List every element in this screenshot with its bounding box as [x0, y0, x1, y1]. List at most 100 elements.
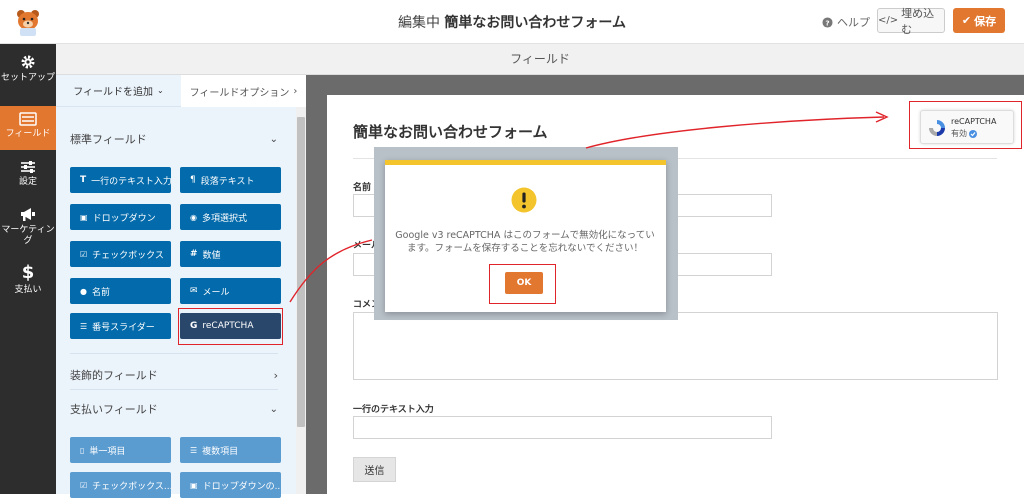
field-button-label: メール	[202, 287, 230, 298]
nav-item-marketing[interactable]: マーケティング	[0, 202, 56, 260]
text-icon: T	[80, 175, 87, 185]
nav-label-setup: セットアップ	[0, 73, 55, 83]
field-button-dropdown[interactable]: ▣ ドロップダウン	[70, 204, 171, 230]
dropdown-icon: ▣	[190, 480, 198, 490]
bear-logo-icon	[17, 10, 39, 36]
field-button-label: 段落テキスト	[200, 176, 255, 187]
field-button-single-line-text[interactable]: T 一行のテキスト入力	[70, 167, 171, 193]
group-payment-label: 支払いフィールド	[70, 403, 158, 416]
file-icon: ▯	[80, 445, 85, 455]
tab-add-fields-label: フィールドを追加	[73, 87, 154, 98]
svg-text:?: ?	[825, 18, 829, 27]
help-label: ヘルプ	[837, 16, 870, 29]
code-icon: </>	[878, 15, 899, 26]
chevron-down-icon: ⌄	[269, 403, 278, 415]
single-line-text-input[interactable]	[353, 416, 772, 439]
field-button-email[interactable]: ✉ メール	[180, 278, 281, 304]
section-title: フィールド	[56, 44, 1024, 75]
left-nav: セットアップ フィールド 設定 マーケティング $ 支払い	[0, 44, 56, 494]
chevron-right-icon: ›	[293, 85, 298, 97]
nav-label-payments: 支払い	[14, 285, 42, 295]
scroll-thumb[interactable]	[297, 117, 305, 427]
label-single-line-text: 一行のテキスト入力	[353, 405, 434, 415]
group-payment-fields[interactable]: 支払いフィールド ⌄	[70, 401, 278, 417]
field-button-checkboxes[interactable]: ☑ チェックボックス	[70, 241, 171, 267]
help-link[interactable]: ? ヘルプ	[822, 14, 870, 30]
chevron-down-icon: ⌄	[157, 86, 164, 95]
comment-textarea[interactable]	[353, 312, 998, 380]
save-label: 保存	[974, 14, 997, 28]
hash-icon: #	[190, 249, 198, 259]
list-icon: ☰	[190, 445, 198, 455]
save-button[interactable]: ✔ 保存	[953, 8, 1005, 33]
form-title: 簡単なお問い合わせフォーム	[353, 123, 548, 141]
field-button-multiple-items[interactable]: ☰ 複数項目	[180, 437, 281, 463]
nav-item-payments[interactable]: $ 支払い	[0, 262, 56, 306]
dropdown-icon: ▣	[80, 212, 88, 222]
field-button-label: 名前	[91, 287, 110, 298]
field-button-label: チェックボックス	[92, 250, 164, 261]
field-button-paragraph-text[interactable]: ¶ 段落テキスト	[180, 167, 281, 193]
nav-item-setup[interactable]: セットアップ	[0, 48, 56, 106]
field-button-label: 複数項目	[202, 446, 239, 457]
field-button-label: ドロップダウンの...	[202, 481, 281, 492]
field-button-label: 多項選択式	[201, 213, 247, 224]
field-button-label: チェックボックス...	[92, 481, 171, 492]
mail-icon: ✉	[190, 286, 198, 296]
chevron-right-icon: ›	[273, 368, 278, 382]
nav-item-settings[interactable]: 設定	[0, 154, 56, 196]
annotation-box-recaptcha-badge	[909, 101, 1022, 149]
exclamation-circle-icon	[511, 187, 537, 213]
check-icon: ✔	[961, 14, 972, 27]
field-button-checkbox-items[interactable]: ☑ チェックボックス...	[70, 472, 171, 498]
field-button-label: 一行のテキスト入力	[91, 176, 171, 187]
field-button-number-slider[interactable]: ☰ 番号スライダー	[70, 313, 171, 339]
panel-scrollbar[interactable]	[296, 107, 306, 494]
group-fancy-fields[interactable]: 装飾的フィールド ›	[70, 367, 278, 383]
nav-label-settings: 設定	[18, 177, 37, 187]
divider	[70, 389, 278, 390]
tab-field-options[interactable]: フィールドオプション ›	[181, 75, 306, 107]
label-name-text: 名前	[353, 183, 372, 193]
slider-icon: ☰	[80, 321, 88, 331]
group-standard-fields[interactable]: 標準フィールド ⌄	[70, 131, 278, 147]
dollar-icon: $	[21, 262, 35, 283]
field-button-label: 数値	[202, 250, 221, 261]
paragraph-icon: ¶	[190, 175, 196, 185]
submit-button[interactable]: 送信	[353, 457, 396, 482]
field-button-number[interactable]: # 数値	[180, 241, 281, 267]
modal-message: Google v3 reCAPTCHA はこのフォームで無効化になっています。フ…	[395, 230, 655, 254]
tab-field-options-label: フィールドオプション	[189, 87, 290, 99]
group-standard-label: 標準フィールド	[70, 133, 147, 146]
tab-add-fields[interactable]: フィールドを追加 ⌄	[56, 75, 181, 107]
chevron-down-icon: ⌄	[269, 133, 278, 145]
gear-icon	[21, 55, 35, 69]
checkbox-icon: ☑	[80, 249, 88, 259]
field-button-single-item[interactable]: ▯ 単一項目	[70, 437, 171, 463]
embed-button[interactable]: </> 埋め込む	[877, 7, 945, 36]
field-button-label: 番号スライダー	[92, 322, 155, 333]
divider	[70, 353, 278, 354]
wpforms-logo[interactable]	[0, 0, 56, 44]
nav-item-fields[interactable]: フィールド	[0, 106, 56, 150]
title-prefix: 編集中	[397, 15, 440, 31]
sliders-icon	[21, 161, 35, 173]
field-button-name[interactable]: ● 名前	[70, 278, 171, 304]
field-button-dropdown-items[interactable]: ▣ ドロップダウンの...	[180, 472, 281, 498]
annotation-box-recaptcha-field	[178, 308, 283, 345]
fields-panel: フィールドを追加 ⌄ フィールドオプション › 標準フィールド ⌄ T 一行のテ…	[56, 75, 306, 498]
page-title: 編集中 簡単なお問い合わせフォーム	[0, 12, 1024, 32]
field-button-label: ドロップダウン	[92, 213, 156, 224]
fields-icon	[19, 112, 37, 126]
group-fancy-label: 装飾的フィールド	[70, 369, 158, 382]
radio-icon: ◉	[190, 212, 197, 222]
checkbox-icon: ☑	[80, 480, 88, 490]
user-icon: ●	[80, 286, 87, 296]
embed-label: 埋め込む	[901, 6, 935, 36]
annotation-box-ok-button	[489, 264, 556, 304]
field-button-multiple-choice[interactable]: ◉ 多項選択式	[180, 204, 281, 230]
field-button-label: 単一項目	[89, 446, 126, 457]
nav-label-fields: フィールド	[5, 129, 51, 139]
top-bar: 編集中 簡単なお問い合わせフォーム ? ヘルプ </> 埋め込む ✔ 保存	[0, 0, 1024, 44]
question-circle-icon: ?	[822, 16, 833, 28]
